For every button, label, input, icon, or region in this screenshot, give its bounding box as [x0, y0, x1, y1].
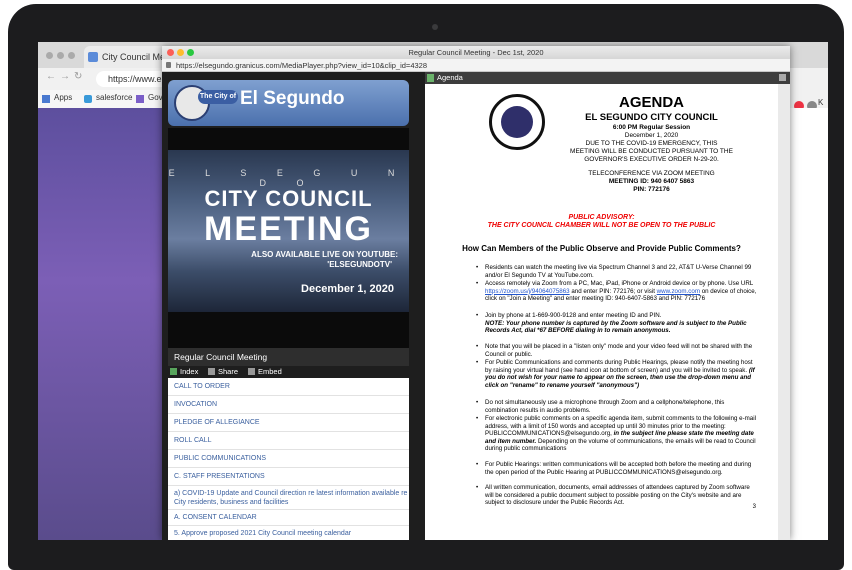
video-youtube-line1: ALSO AVAILABLE LIVE ON YOUTUBE: [251, 250, 398, 259]
index-item[interactable]: 5. Approve proposed 2021 City Council me… [168, 526, 409, 540]
video-date: December 1, 2020 [301, 283, 394, 295]
close-window-icon[interactable] [46, 52, 53, 59]
video-city-text: E L S E G U N D O [168, 168, 409, 188]
index-item[interactable]: ROLL CALL [168, 432, 409, 450]
video-youtube-line2: 'ELSEGUNDOTV' [327, 260, 392, 269]
maximize-window-icon[interactable] [68, 52, 75, 59]
covid-line-3: GOVERNOR'S EXECUTIVE ORDER N-29-20. [584, 156, 719, 163]
bullet-phone: Join by phone at 1-669-900-9128 and ente… [476, 312, 757, 335]
bullet-microphone: Do not simultaneously use a microphone t… [476, 399, 757, 414]
bullet-public-hearings: For Public Communications and comments d… [476, 359, 757, 389]
minimize-window-icon[interactable] [57, 52, 64, 59]
index-item[interactable]: INVOCATION [168, 396, 409, 414]
document-icon [427, 74, 434, 82]
camera-icon [432, 24, 438, 30]
hand-text: For Public Communications and comments d… [485, 359, 753, 374]
background-page-banner [38, 108, 162, 540]
covid-line-2: MEETING WILL BE CONDUCTED PURSUANT TO TH… [570, 148, 733, 155]
agenda-index-list: CALL TO ORDER INVOCATION PLEDGE OF ALLEG… [168, 378, 409, 540]
bullet-written-communications: For Public Hearings: written communicati… [476, 461, 757, 476]
index-item[interactable]: C. STAFF PRESENTATIONS [168, 468, 409, 486]
page-number: 3 [752, 504, 756, 510]
screen: City Council Meeting ← → ↻ https://www.e… [38, 42, 828, 540]
zoom-text-2: and enter PIN: 772176; or visit [569, 287, 657, 295]
public-comments-heading: How Can Members of the Public Observe an… [462, 244, 741, 253]
bullet-watch-live: Residents can watch the meeting live via… [476, 264, 757, 279]
bullet-listen-only: Note that you will be placed in a "liste… [476, 343, 757, 358]
back-arrow-icon[interactable]: ← [46, 71, 56, 82]
phone-text: Join by phone at 1-669-900-9128 and ente… [485, 312, 662, 319]
print-icon[interactable] [779, 74, 786, 81]
agenda-heading: AGENDA [618, 94, 684, 111]
agenda-pane: Agenda AGENDA EL SEGUNDO CITY COUNCIL 6:… [425, 72, 790, 540]
tab-share[interactable]: Share [218, 366, 238, 378]
player-pane: The City of El Segundo E L S E G U N D O… [162, 72, 425, 540]
lock-icon [166, 62, 171, 68]
close-window-icon[interactable] [167, 49, 174, 56]
index-item[interactable]: a) COVID-19 Update and Council direction… [168, 486, 409, 510]
player-tabs: Index Share Embed [168, 366, 409, 378]
bullet-zoom-access: Access remotely via Zoom from a PC, Mac,… [476, 280, 757, 303]
meeting-title: Regular Council Meeting [168, 348, 409, 366]
index-item[interactable]: PUBLIC COMMUNICATIONS [168, 450, 409, 468]
window-url-bar[interactable]: https://elsegundo.granicus.com/MediaPlay… [162, 59, 790, 72]
granicus-favicon-icon [88, 52, 98, 62]
bookmark-apps[interactable]: Apps [54, 93, 72, 102]
laptop-frame: City Council Meeting ← → ↻ https://www.e… [8, 4, 844, 570]
agenda-document: AGENDA EL SEGUNDO CITY COUNCIL 6:00 PM R… [425, 84, 778, 540]
meeting-pin: PIN: 772176 [633, 186, 670, 193]
zoom-meeting-link[interactable]: https://zoom.us/j/94064075863 [485, 288, 570, 295]
city-seal-icon [489, 94, 545, 150]
share-icon [208, 368, 215, 375]
advisory-text: THE CITY COUNCIL CHAMBER WILL NOT BE OPE… [487, 222, 716, 229]
video-title-line1: CITY COUNCIL [204, 186, 373, 211]
video-player[interactable]: E L S E G U N D O CITY COUNCIL MEETING A… [168, 128, 409, 348]
window-title: Regular Council Meeting - Dec 1st, 2020 [408, 48, 544, 57]
bullet-email-comments: For electronic public comments on a spec… [476, 415, 757, 453]
bullet-public-record: All written communication, documents, em… [476, 484, 757, 507]
zoom-site-link[interactable]: www.zoom.com [657, 288, 700, 295]
phone-note: NOTE: Your phone number is captured by t… [485, 319, 747, 335]
salesforce-icon [84, 95, 92, 103]
agenda-scrollbar[interactable] [778, 84, 790, 540]
embed-icon [248, 368, 255, 375]
index-icon [170, 368, 177, 375]
zoom-text-1: Access remotely via Zoom from a PC, Mac,… [485, 280, 754, 287]
video-title-line2: MEETING [204, 210, 373, 248]
covid-line-1: DUE TO THE COVID-19 EMERGENCY, THIS [585, 140, 718, 147]
index-item[interactable]: A. CONSENT CALENDAR [168, 510, 409, 526]
teleconference: TELECONFERENCE VIA ZOOM MEETING [588, 170, 715, 177]
window-title-bar: Regular Council Meeting - Dec 1st, 2020 [162, 46, 790, 59]
meeting-date: December 1, 2020 [624, 132, 679, 139]
index-item[interactable]: CALL TO ORDER [168, 378, 409, 396]
city-logo-banner: The City of El Segundo [168, 80, 409, 126]
gov-icon [136, 95, 144, 103]
agenda-bar-label: Agenda [437, 73, 463, 82]
council-name: EL SEGUNDO CITY COUNCIL [585, 112, 718, 123]
forward-arrow-icon[interactable]: → [60, 71, 70, 82]
profile-initial[interactable]: K [818, 98, 823, 107]
logo-pill: The City of [198, 90, 238, 104]
reload-icon[interactable]: ↻ [74, 71, 82, 82]
session-time: 6:00 PM Regular Session [612, 124, 691, 131]
background-toolbar-right: K [790, 68, 828, 111]
index-item[interactable]: PLEDGE OF ALLEGIANCE [168, 414, 409, 432]
maximize-window-icon[interactable] [187, 49, 194, 56]
bookmark-gov[interactable]: Gov [148, 93, 163, 102]
agenda-bar: Agenda [425, 72, 790, 84]
window-url: https://elsegundo.granicus.com/MediaPlay… [176, 61, 427, 70]
minimize-window-icon[interactable] [177, 49, 184, 56]
meeting-id: MEETING ID: 940 6407 5863 [608, 178, 695, 185]
advisory-title: PUBLIC ADVISORY: [568, 214, 635, 221]
background-page-right [790, 108, 828, 540]
media-player-window: Regular Council Meeting - Dec 1st, 2020 … [162, 46, 790, 540]
logo-name: El Segundo [240, 88, 345, 109]
apps-grid-icon [42, 95, 50, 103]
bookmark-salesforce[interactable]: salesforce [96, 93, 132, 102]
tab-index[interactable]: Index [180, 366, 198, 378]
tab-embed[interactable]: Embed [258, 366, 282, 378]
